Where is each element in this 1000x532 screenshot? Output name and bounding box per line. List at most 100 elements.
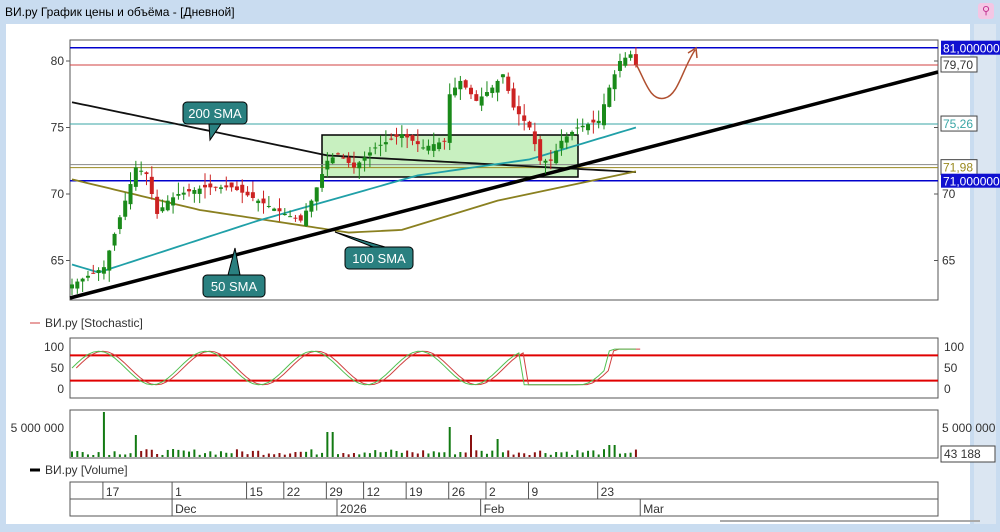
candle-body xyxy=(101,267,106,274)
level-label: 75,26 xyxy=(943,117,973,131)
candle-body xyxy=(330,157,335,164)
candle-body xyxy=(474,94,479,101)
candle-body xyxy=(165,200,170,211)
candle-body xyxy=(421,147,426,149)
y-tick-label: 70 xyxy=(51,187,65,201)
volume-last-value: 43 188 xyxy=(944,447,981,461)
candle-body xyxy=(160,207,165,212)
candle-body xyxy=(309,200,314,212)
volume-panel xyxy=(69,409,939,459)
candle-body xyxy=(389,138,394,140)
candle-body xyxy=(479,96,484,106)
candle-body xyxy=(320,174,325,188)
level-label: 81,000000 xyxy=(943,42,1000,56)
candle-body xyxy=(256,200,261,204)
candle-body xyxy=(218,187,223,189)
candle-body xyxy=(123,200,128,217)
candle-body xyxy=(139,170,144,172)
y-tick-label-right: 70 xyxy=(942,187,956,201)
candle-body xyxy=(575,127,580,129)
sma50-callout-label: 50 SMA xyxy=(211,279,258,294)
candle-body xyxy=(250,192,255,198)
candle-body xyxy=(490,87,495,94)
candle-body xyxy=(532,131,537,145)
month-label: Feb xyxy=(484,502,505,516)
candle-body xyxy=(304,210,309,226)
candle-body xyxy=(367,152,372,156)
candle-body xyxy=(229,182,234,188)
candle-body xyxy=(187,189,192,192)
candle-body xyxy=(426,145,431,151)
candle-body xyxy=(197,188,202,194)
candle-body xyxy=(564,136,569,143)
candle-body xyxy=(442,140,447,142)
candle-body xyxy=(171,197,176,206)
candle-body xyxy=(80,278,85,282)
candle-body xyxy=(394,134,399,137)
candle-body xyxy=(314,187,319,202)
day-label: 1 xyxy=(175,485,182,499)
candle-body xyxy=(266,205,271,207)
candle-body xyxy=(85,275,90,278)
candle-body xyxy=(107,250,112,271)
day-label: 19 xyxy=(409,485,423,499)
candle-body xyxy=(234,186,239,191)
stoch-tick-right: 50 xyxy=(944,361,958,375)
day-label: 12 xyxy=(367,485,381,499)
day-label: 23 xyxy=(601,485,615,499)
y-tick-label: 75 xyxy=(51,121,65,135)
candle-body xyxy=(208,183,213,188)
candle-body xyxy=(543,160,548,163)
stoch-tick: 0 xyxy=(57,382,64,396)
candle-body xyxy=(272,208,277,211)
stoch-tick-right: 100 xyxy=(944,340,964,354)
candle-body xyxy=(277,208,282,212)
level-label: 71,000000 xyxy=(943,175,1000,189)
candle-body xyxy=(399,134,404,138)
chart-window: ВИ.ру График цены и объёма - [Дневной] ⚲… xyxy=(0,0,1000,532)
candle-body xyxy=(112,233,117,246)
candle-body xyxy=(405,134,410,138)
candle-body xyxy=(559,140,564,149)
candle-body xyxy=(469,87,473,95)
candle-body xyxy=(628,54,633,58)
candle-body xyxy=(516,106,521,115)
candle-body xyxy=(288,216,293,218)
candle-body xyxy=(224,185,229,188)
candle-body xyxy=(554,150,559,164)
candle-body xyxy=(341,157,346,159)
day-label: 22 xyxy=(287,485,301,499)
volume-legend: ВИ.ру [Volume] xyxy=(45,463,128,477)
candle-body xyxy=(117,217,122,230)
candle-body xyxy=(245,191,250,196)
candle-body xyxy=(261,198,266,204)
candle-body xyxy=(506,76,511,91)
chart-canvas[interactable]: 8075757070656581,00000079,7075,2671,9871… xyxy=(0,0,1000,532)
candle-body xyxy=(437,142,442,150)
candle-body xyxy=(192,190,197,194)
candle-body xyxy=(357,162,362,169)
candle-body xyxy=(538,139,543,161)
y-tick-label: 65 xyxy=(51,254,65,268)
candle-body xyxy=(500,74,505,78)
candle-body xyxy=(463,80,468,88)
candle-body xyxy=(282,213,287,216)
candle-body xyxy=(602,104,606,126)
candle-body xyxy=(325,160,330,170)
candle-body xyxy=(527,121,532,128)
candle-body xyxy=(149,176,154,194)
candle-body xyxy=(213,186,218,188)
candle-body xyxy=(128,184,133,205)
candle-body xyxy=(617,61,622,71)
day-label: 29 xyxy=(329,485,343,499)
candle-body xyxy=(484,92,489,96)
month-label: Dec xyxy=(175,502,196,516)
candle-body xyxy=(155,196,160,214)
y-tick-label: 80 xyxy=(51,54,65,68)
stochastic-legend: ВИ.ру [Stochastic] xyxy=(45,316,143,330)
sma200-callout-label: 200 SMA xyxy=(188,106,242,121)
candle-body xyxy=(144,172,149,175)
candle-body xyxy=(511,88,516,108)
candle-body xyxy=(70,284,74,289)
candle-body xyxy=(522,115,527,121)
